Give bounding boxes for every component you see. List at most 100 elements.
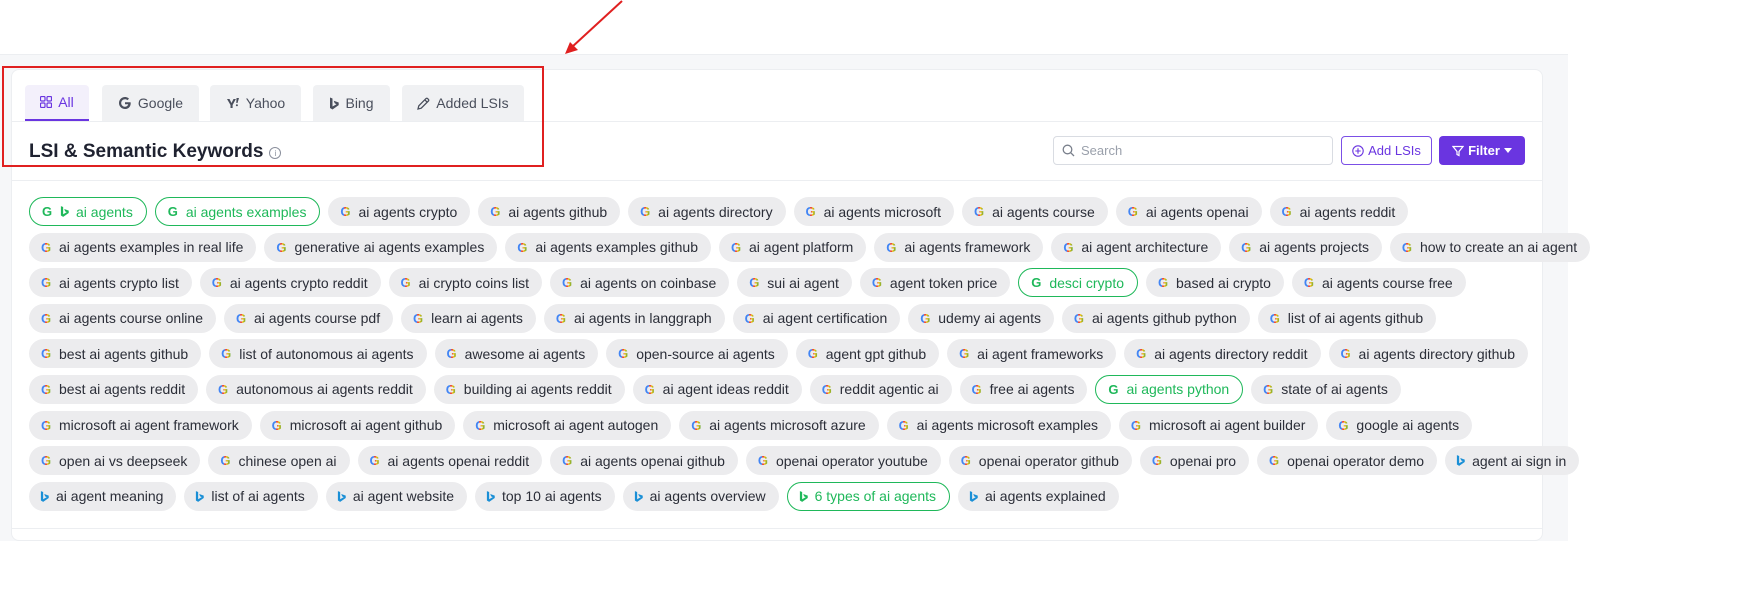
keyword-chip[interactable]: Gai agents directory github <box>1328 339 1528 369</box>
keyword-chip[interactable]: Gstate of ai agents <box>1251 374 1401 404</box>
keyword-chip[interactable]: Gopen-source ai agents <box>606 339 788 369</box>
keyword-chip[interactable]: Ggenerative ai agents examples <box>264 232 498 262</box>
keyword-chip[interactable]: Gopenai operator youtube <box>745 446 941 476</box>
keyword-chip[interactable]: Gchinese open ai <box>208 446 350 476</box>
google-icon: G <box>1303 275 1315 291</box>
keyword-chip[interactable]: Gmicrosoft ai agent github <box>259 410 456 440</box>
keyword-chip[interactable]: Gai agents framework <box>874 232 1044 262</box>
keyword-chip[interactable]: Gbuilding ai agents reddit <box>433 374 625 404</box>
keyword-chip[interactable]: Gbased ai crypto <box>1146 268 1284 298</box>
keyword-chip[interactable]: Gopenai operator demo <box>1257 446 1438 476</box>
google-icon: G <box>490 204 501 219</box>
page-title: LSI & Semantic Keywords i <box>29 141 282 163</box>
keyword-chip[interactable]: Gsui ai agent <box>737 268 852 298</box>
keyword-chip[interactable]: Gai agents python <box>1095 374 1244 404</box>
keyword-chip[interactable]: Gfree ai agents <box>959 374 1088 404</box>
keyword-chip[interactable]: Gai agents course free <box>1291 268 1466 298</box>
chip-row: Gbest ai agents reddit Gautonomous ai age… <box>29 374 1534 404</box>
keyword-chip[interactable]: list of ai agents <box>184 481 318 511</box>
keyword-chip[interactable]: Gai agents openai github <box>550 446 738 476</box>
keyword-chip[interactable]: Gawesome ai agents <box>434 339 599 369</box>
keyword-chip[interactable]: 6 types of ai agents <box>786 481 951 511</box>
keyword-chip[interactable]: Gagent token price <box>859 268 1011 298</box>
keyword-chip[interactable]: Gai agents course online <box>29 303 216 333</box>
keyword-chip[interactable]: ai agent website <box>325 481 467 511</box>
keyword-chip[interactable]: Gai agents github python <box>1061 303 1250 333</box>
keyword-chip[interactable]: Gai agents directory <box>628 197 786 226</box>
keyword-chip[interactable]: Gai agents examples <box>154 197 321 226</box>
filter-button[interactable]: Filter <box>1439 136 1525 165</box>
keyword-chip[interactable]: Gopen ai vs deepseek <box>29 446 201 476</box>
keyword-chip[interactable]: Glearn ai agents <box>401 303 536 333</box>
keyword-chip[interactable]: ai agent meaning <box>29 481 177 511</box>
keyword-chip[interactable]: Gai agent certification <box>732 303 901 333</box>
tab-bing[interactable]: Bing <box>313 85 390 121</box>
google-icon: G <box>898 417 909 433</box>
keyword-chip-label: based ai crypto <box>1176 274 1271 291</box>
keyword-chip[interactable]: top 10 ai agents <box>475 481 615 511</box>
keyword-chip[interactable]: Gai agent architecture <box>1051 232 1222 262</box>
keyword-chip[interactable]: Gai agents examples in real life <box>29 232 257 262</box>
keyword-chip[interactable]: Gbest ai agents reddit <box>29 374 199 404</box>
keyword-chip[interactable]: Gai agents openai reddit <box>357 446 543 476</box>
keyword-chip[interactable]: Gopenai operator github <box>948 446 1132 476</box>
google-icon: G <box>40 417 52 433</box>
divider <box>12 528 1542 529</box>
tab-added-lsis[interactable]: Added LSIs <box>402 85 524 121</box>
keyword-chip[interactable]: Gai agent platform <box>719 232 867 262</box>
keyword-chip[interactable]: Gai agent frameworks <box>947 339 1117 369</box>
keyword-chip[interactable]: Gai crypto coins list <box>388 268 543 298</box>
google-icon: G <box>1263 381 1274 397</box>
keyword-chip[interactable]: Gai agents projects <box>1229 232 1382 262</box>
keyword-chip[interactable]: Glist of autonomous ai agents <box>209 339 427 369</box>
keyword-chip[interactable]: Gmicrosoft ai agent framework <box>29 410 252 440</box>
keyword-chip[interactable]: Gai agents crypto reddit <box>199 268 381 298</box>
google-icon: G <box>920 310 931 326</box>
keyword-chip[interactable]: Gai agents examples github <box>505 232 712 262</box>
tab-yahoo[interactable]: Yahoo <box>210 85 301 121</box>
keyword-chip[interactable]: Glist of ai agents github <box>1257 303 1437 333</box>
keyword-chip[interactable]: Ggoogle ai agents <box>1326 410 1473 440</box>
keyword-chip[interactable]: Gai agents openai <box>1115 197 1262 226</box>
keyword-chip[interactable]: Gai agents github <box>478 197 621 226</box>
keyword-chip[interactable]: Gautonomous ai agents reddit <box>206 374 426 404</box>
keyword-chip[interactable]: Gmicrosoft ai agent builder <box>1118 410 1319 440</box>
annotation-arrow <box>565 0 623 54</box>
chip-row: Gmicrosoft ai agent framework Gmicrosoft … <box>29 410 1534 440</box>
keyword-chip[interactable]: Gmicrosoft ai agent autogen <box>463 410 672 440</box>
keyword-chip[interactable]: Gdesci crypto <box>1018 268 1139 298</box>
keyword-chip[interactable]: Gai agents microsoft examples <box>886 410 1111 440</box>
keyword-chip[interactable]: Gai agents reddit <box>1269 197 1409 226</box>
keyword-chip[interactable]: Gai agent ideas reddit <box>632 374 802 404</box>
keyword-chip[interactable]: Gai agents directory reddit <box>1124 339 1321 369</box>
keyword-chip[interactable]: Gai agents course pdf <box>224 303 394 333</box>
keyword-chip[interactable]: Gopenai pro <box>1139 446 1250 476</box>
info-icon[interactable]: i <box>269 147 282 159</box>
search-input[interactable] <box>1081 143 1321 158</box>
keyword-chip[interactable]: Gai agents microsoft azure <box>679 410 879 440</box>
tab-google[interactable]: Google <box>102 85 199 121</box>
keyword-chip[interactable]: Gai agents on coinbase <box>550 268 730 298</box>
keyword-chip[interactable]: Gai agents crypto list <box>29 268 192 298</box>
google-icon: G <box>475 417 486 433</box>
keyword-chip[interactable]: ai agents overview <box>622 481 779 511</box>
bing-icon <box>337 490 346 502</box>
keyword-chip[interactable]: ai agents explained <box>958 481 1119 511</box>
keyword-chip[interactable]: Gai agents in langgraph <box>543 303 725 333</box>
keyword-chip[interactable]: Gai agents microsoft <box>793 197 955 226</box>
bing-icon <box>330 97 340 109</box>
filter-label: Filter <box>1468 143 1500 158</box>
keyword-chip[interactable]: Gudemy ai agents <box>908 303 1054 333</box>
keyword-chip[interactable]: Gbest ai agents github <box>29 339 202 369</box>
keyword-chip[interactable]: Greddit agentic ai <box>809 374 952 404</box>
keyword-chip[interactable]: agent ai sign in <box>1445 446 1580 476</box>
add-lsis-button[interactable]: Add LSIs <box>1341 136 1432 165</box>
keywords-card: All Google Yahoo Bing Added LSIs LSI & S… <box>11 69 1591 541</box>
keyword-chip[interactable]: Gai agents course <box>962 197 1108 226</box>
keyword-chip[interactable]: Gai agents crypto <box>328 197 471 226</box>
google-icon: G <box>1269 310 1280 326</box>
keyword-chip[interactable]: Gai agents <box>29 197 147 226</box>
keyword-chip[interactable]: Gagent gpt github <box>795 339 940 369</box>
keyword-chip[interactable]: Ghow to create an ai agent <box>1389 232 1591 262</box>
tab-all[interactable]: All <box>25 85 89 121</box>
